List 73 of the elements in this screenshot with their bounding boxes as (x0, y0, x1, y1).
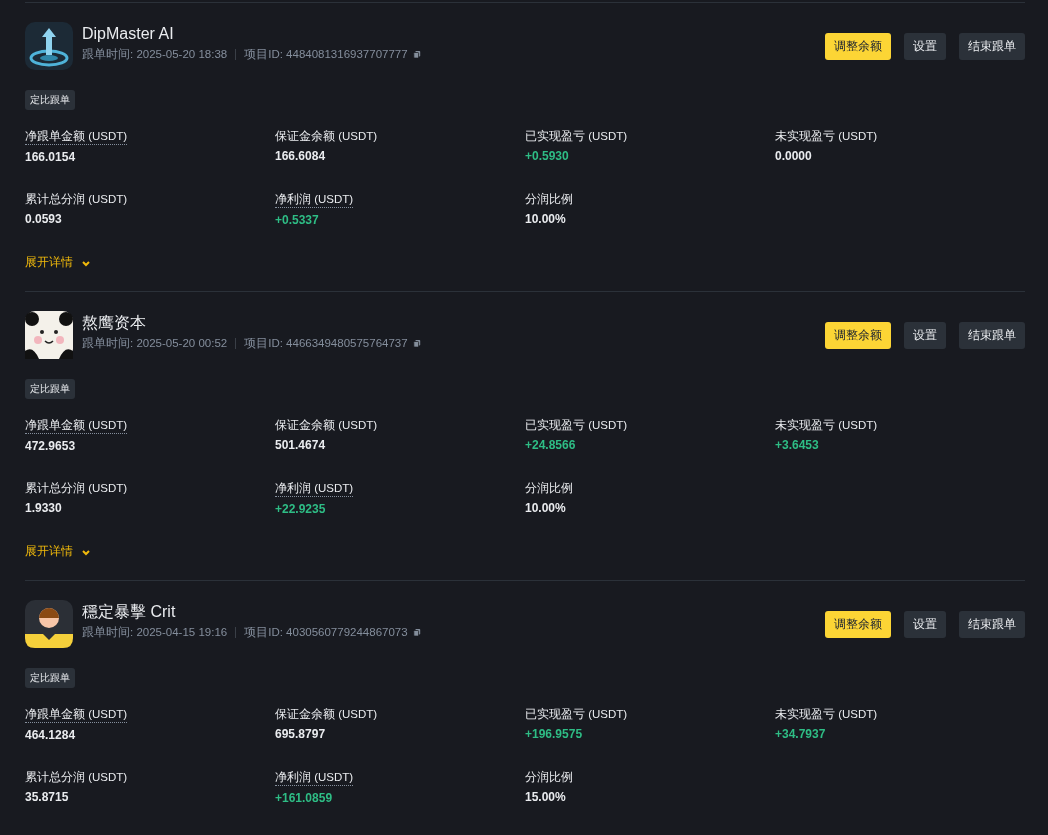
metric-label: 保证金余额 (USDT) (275, 129, 378, 144)
action-button[interactable]: 调整余额 (825, 322, 891, 349)
metric-label: 未实现盈亏 (USDT) (775, 129, 878, 144)
metric-value: 0.0593 (25, 212, 62, 226)
project-id: 项目ID: 4466349480575764737 (244, 336, 408, 351)
action-button[interactable]: 结束跟单 (959, 33, 1025, 60)
action-button[interactable]: 结束跟单 (959, 611, 1025, 638)
project-id: 项目ID: 4030560779244867073 (244, 625, 408, 640)
metric-label: 累计总分润 (USDT) (25, 481, 128, 496)
metric-value: 15.00% (525, 790, 566, 804)
metric-label: 分润比例 (525, 192, 573, 207)
metric-value: +0.5930 (525, 149, 569, 163)
copy-icon[interactable] (412, 339, 421, 348)
metric-label: 未实现盈亏 (USDT) (775, 418, 878, 433)
expand-details-link[interactable]: 展开详情 (25, 254, 91, 271)
trader-name: 熬鹰资本 (82, 313, 147, 333)
metric-value: +22.9235 (275, 502, 326, 516)
follow-time: 跟单时间: 2025-05-20 18:38 (82, 47, 228, 62)
metric-label: 已实现盈亏 (USDT) (525, 418, 628, 433)
metric-label: 分润比例 (525, 481, 573, 496)
trader-name: DipMaster AI (82, 24, 175, 44)
metric-value: 0.0000 (775, 149, 812, 163)
panda-avatar-drawing (25, 311, 73, 359)
project-id: 项目ID: 4484081316937707777 (244, 47, 408, 62)
metric-label: 未实现盈亏 (USDT) (775, 707, 878, 722)
metric-label[interactable]: 净利润 (USDT) (275, 480, 354, 497)
chevron-down-icon (81, 547, 91, 556)
chevron-down-icon (81, 258, 91, 267)
metric-value: 501.4674 (275, 438, 326, 452)
metric-value: 472.9653 (25, 439, 76, 453)
metric-value: +0.5337 (275, 213, 319, 227)
metric-label: 分润比例 (525, 770, 573, 785)
metric-label[interactable]: 净跟单金额 (USDT) (25, 417, 128, 434)
metric-value: 166.0154 (25, 150, 76, 164)
metric-value: 10.00% (525, 501, 566, 515)
metric-value: 35.8715 (25, 790, 69, 804)
trader-name: 穩定暴擊 Crit (82, 602, 177, 622)
metric-label: 保证金余额 (USDT) (275, 707, 378, 722)
expand-details-link[interactable]: 展开详情 (25, 543, 91, 560)
mode-tag: 定比跟单 (25, 379, 75, 399)
follow-time: 跟单时间: 2025-04-15 19:16 (82, 625, 228, 640)
metric-label: 累计总分润 (USDT) (25, 192, 128, 207)
metric-value: +161.0859 (275, 791, 333, 805)
action-button[interactable]: 结束跟单 (959, 322, 1025, 349)
metric-value: +196.9575 (525, 727, 583, 741)
metric-value: 166.6084 (275, 149, 326, 163)
metric-value: 1.9330 (25, 501, 62, 515)
mode-tag: 定比跟单 (25, 668, 75, 688)
arrow-avatar-drawing (25, 22, 73, 70)
metric-label[interactable]: 净跟单金额 (USDT) (25, 706, 128, 723)
metric-label: 已实现盈亏 (USDT) (525, 707, 628, 722)
mode-tag: 定比跟单 (25, 90, 75, 110)
metric-value: +24.8566 (525, 438, 576, 452)
copy-icon[interactable] (412, 50, 421, 59)
copy-icon[interactable] (412, 628, 421, 637)
metric-value: +34.7937 (775, 727, 826, 741)
action-button[interactable]: 调整余额 (825, 611, 891, 638)
metric-label: 已实现盈亏 (USDT) (525, 129, 628, 144)
action-button[interactable]: 设置 (904, 322, 946, 349)
metric-label: 累计总分润 (USDT) (25, 770, 128, 785)
metric-label[interactable]: 净跟单金额 (USDT) (25, 128, 128, 145)
metric-label[interactable]: 净利润 (USDT) (275, 191, 354, 208)
follow-time: 跟单时间: 2025-05-20 00:52 (82, 336, 228, 351)
metric-value: +3.6453 (775, 438, 819, 452)
metric-value: 10.00% (525, 212, 566, 226)
metric-value: 464.1284 (25, 728, 76, 742)
action-button[interactable]: 调整余额 (825, 33, 891, 60)
metric-label[interactable]: 净利润 (USDT) (275, 769, 354, 786)
person-avatar-drawing (25, 600, 73, 648)
action-button[interactable]: 设置 (904, 611, 946, 638)
metric-value: 695.8797 (275, 727, 326, 741)
metric-label: 保证金余额 (USDT) (275, 418, 378, 433)
action-button[interactable]: 设置 (904, 33, 946, 60)
